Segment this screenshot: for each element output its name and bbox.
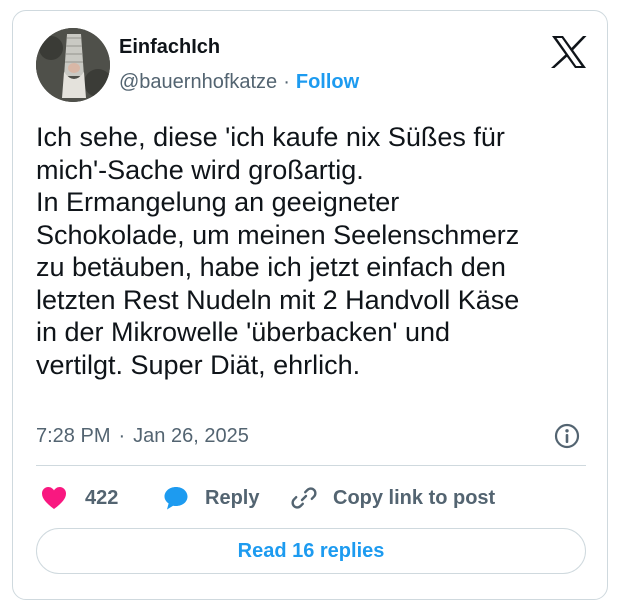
tweet-line: mich'-Sache wird großartig. xyxy=(36,154,364,185)
copy-link-button[interactable]: Copy link to post xyxy=(291,482,495,514)
x-logo-icon[interactable] xyxy=(550,35,588,69)
tweet-timestamp[interactable]: 7:28 PM · Jan 26, 2025 xyxy=(36,425,249,448)
tweet-line: In Ermangelung an geeigneter xyxy=(36,187,400,217)
follow-button[interactable]: Follow xyxy=(296,71,359,93)
copy-link-label: Copy link to post xyxy=(333,486,496,509)
avatar-image xyxy=(36,28,110,102)
handle-row: @bauernhofkatze · Follow xyxy=(119,71,359,94)
speech-bubble-icon xyxy=(164,487,188,510)
tweet-line: vertilgt. Super Diät, ehrlich. xyxy=(36,349,361,380)
separator-dot: · xyxy=(283,71,290,93)
tweet-line: in der Mikrowelle 'überbacken' und xyxy=(36,317,451,347)
tweet-line: letzten Rest Nudeln mit 2 Handvoll Käse xyxy=(36,284,520,315)
reply-label: Reply xyxy=(205,486,260,509)
tweet-card: EinfachIch @bauernhofkatze · Follow Ich se… xyxy=(12,10,608,600)
link-icon xyxy=(291,487,317,509)
info-icon[interactable] xyxy=(553,422,581,450)
tweet-date: Jan 26, 2025 xyxy=(133,425,249,447)
like-button[interactable]: 422 xyxy=(41,482,118,514)
tweet-line: Schokolade, um meinen Seelenschmerz xyxy=(36,219,520,250)
separator-dot: · xyxy=(118,425,126,447)
read-replies-label: Read 16 replies xyxy=(237,539,385,562)
display-name[interactable]: EinfachIch xyxy=(119,36,220,59)
heart-icon xyxy=(42,487,66,509)
avatar[interactable] xyxy=(36,28,110,102)
tweet-line: Ich sehe, diese 'ich kaufe nix Süßes für xyxy=(36,122,505,152)
tweet-line: zu betäuben, habe ich jetzt einfach den xyxy=(36,252,506,282)
divider xyxy=(36,465,586,466)
read-replies-button[interactable]: Read 16 replies xyxy=(36,528,586,574)
tweet-time: 7:28 PM xyxy=(36,425,111,447)
tweet-text: Ich sehe, diese 'ich kaufe nix Süßes für… xyxy=(36,121,596,381)
like-count: 422 xyxy=(85,486,119,509)
reply-button[interactable]: Reply xyxy=(163,482,259,514)
user-handle[interactable]: @bauernhofkatze xyxy=(119,71,277,93)
